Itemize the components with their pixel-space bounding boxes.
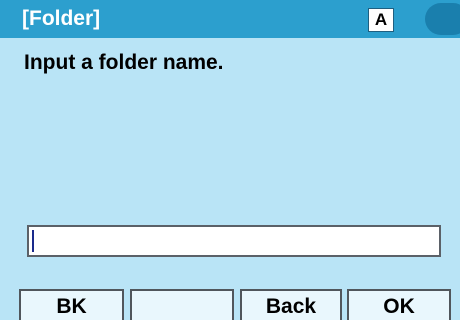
softkey-bk[interactable]: BK — [19, 289, 124, 320]
text-cursor — [32, 230, 34, 252]
phone-display: [Folder] A Input a folder name. BK Back … — [0, 0, 460, 320]
softkey-ok[interactable]: OK — [347, 289, 451, 320]
softkey-blank[interactable] — [130, 289, 234, 320]
status-indicator-icon — [425, 3, 460, 35]
softkey-back[interactable]: Back — [240, 289, 342, 320]
input-mode-badge: A — [368, 8, 394, 32]
title-bar: [Folder] A — [0, 0, 460, 38]
prompt-text: Input a folder name. — [24, 51, 224, 74]
screen-title: [Folder] — [22, 7, 101, 30]
folder-name-input[interactable] — [27, 225, 441, 257]
